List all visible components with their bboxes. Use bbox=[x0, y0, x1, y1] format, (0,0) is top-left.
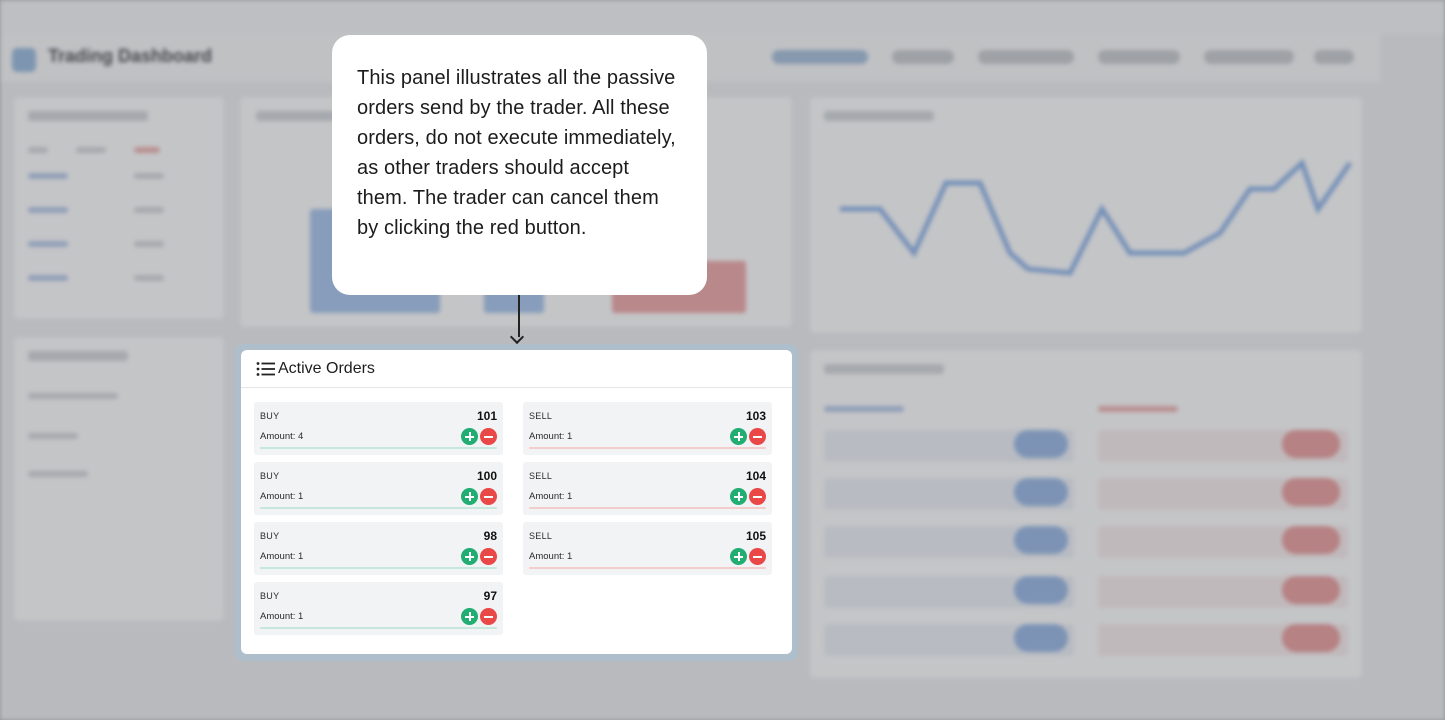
order-price: 104 bbox=[745, 469, 766, 483]
increase-amount-button[interactable] bbox=[461, 608, 478, 625]
order-price: 97 bbox=[483, 589, 497, 603]
order-side: BUY bbox=[260, 411, 280, 421]
cancel-order-button[interactable] bbox=[480, 428, 497, 445]
cancel-order-button[interactable] bbox=[480, 488, 497, 505]
order-amount: Amount: 1 bbox=[529, 491, 573, 502]
order-price: 105 bbox=[745, 529, 766, 543]
order-card-buy: BUY 100 Amount: 1 bbox=[254, 462, 503, 515]
list-icon bbox=[256, 361, 275, 376]
increase-amount-button[interactable] bbox=[730, 488, 747, 505]
order-card-buy: BUY 101 Amount: 4 bbox=[254, 402, 503, 455]
order-amount: Amount: 1 bbox=[260, 491, 304, 502]
order-price: 101 bbox=[476, 409, 497, 423]
order-amount: Amount: 1 bbox=[260, 551, 304, 562]
tutorial-tooltip: This panel illustrates all the passive o… bbox=[332, 35, 707, 295]
order-side: BUY bbox=[260, 531, 280, 541]
order-divider bbox=[260, 567, 497, 569]
cancel-order-button[interactable] bbox=[749, 488, 766, 505]
order-side: SELL bbox=[529, 471, 553, 481]
increase-amount-button[interactable] bbox=[461, 548, 478, 565]
order-card-buy: BUY 98 Amount: 1 bbox=[254, 522, 503, 575]
order-price: 100 bbox=[476, 469, 497, 483]
buy-orders-column: BUY 101 Amount: 4 BUY 100 Amount: 1 BUY … bbox=[254, 402, 503, 642]
order-side: SELL bbox=[529, 531, 553, 541]
panel-title: Active Orders bbox=[278, 359, 375, 377]
order-divider bbox=[529, 507, 766, 509]
increase-amount-button[interactable] bbox=[730, 548, 747, 565]
cancel-order-button[interactable] bbox=[749, 548, 766, 565]
active-orders-panel: Active Orders BUY 101 Amount: 4 BUY 100 … bbox=[241, 350, 792, 654]
order-side: BUY bbox=[260, 591, 280, 601]
sell-orders-column: SELL 103 Amount: 1 SELL 104 Amount: 1 SE… bbox=[523, 402, 772, 582]
increase-amount-button[interactable] bbox=[461, 488, 478, 505]
order-side: BUY bbox=[260, 471, 280, 481]
order-amount: Amount: 1 bbox=[529, 551, 573, 562]
order-card-buy: BUY 97 Amount: 1 bbox=[254, 582, 503, 635]
increase-amount-button[interactable] bbox=[730, 428, 747, 445]
panel-header: Active Orders bbox=[241, 350, 792, 388]
order-side: SELL bbox=[529, 411, 553, 421]
order-amount: Amount: 4 bbox=[260, 431, 304, 442]
order-card-sell: SELL 103 Amount: 1 bbox=[523, 402, 772, 455]
order-divider bbox=[529, 567, 766, 569]
cancel-order-button[interactable] bbox=[480, 608, 497, 625]
cancel-order-button[interactable] bbox=[749, 428, 766, 445]
order-card-sell: SELL 105 Amount: 1 bbox=[523, 522, 772, 575]
order-divider bbox=[260, 507, 497, 509]
increase-amount-button[interactable] bbox=[461, 428, 478, 445]
order-amount: Amount: 1 bbox=[529, 431, 573, 442]
order-price: 98 bbox=[483, 529, 497, 543]
order-price: 103 bbox=[745, 409, 766, 423]
tooltip-text: This panel illustrates all the passive o… bbox=[357, 67, 676, 239]
order-divider bbox=[529, 447, 766, 449]
order-card-sell: SELL 104 Amount: 1 bbox=[523, 462, 772, 515]
order-amount: Amount: 1 bbox=[260, 611, 304, 622]
order-divider bbox=[260, 627, 497, 629]
cancel-order-button[interactable] bbox=[480, 548, 497, 565]
order-divider bbox=[260, 447, 497, 449]
